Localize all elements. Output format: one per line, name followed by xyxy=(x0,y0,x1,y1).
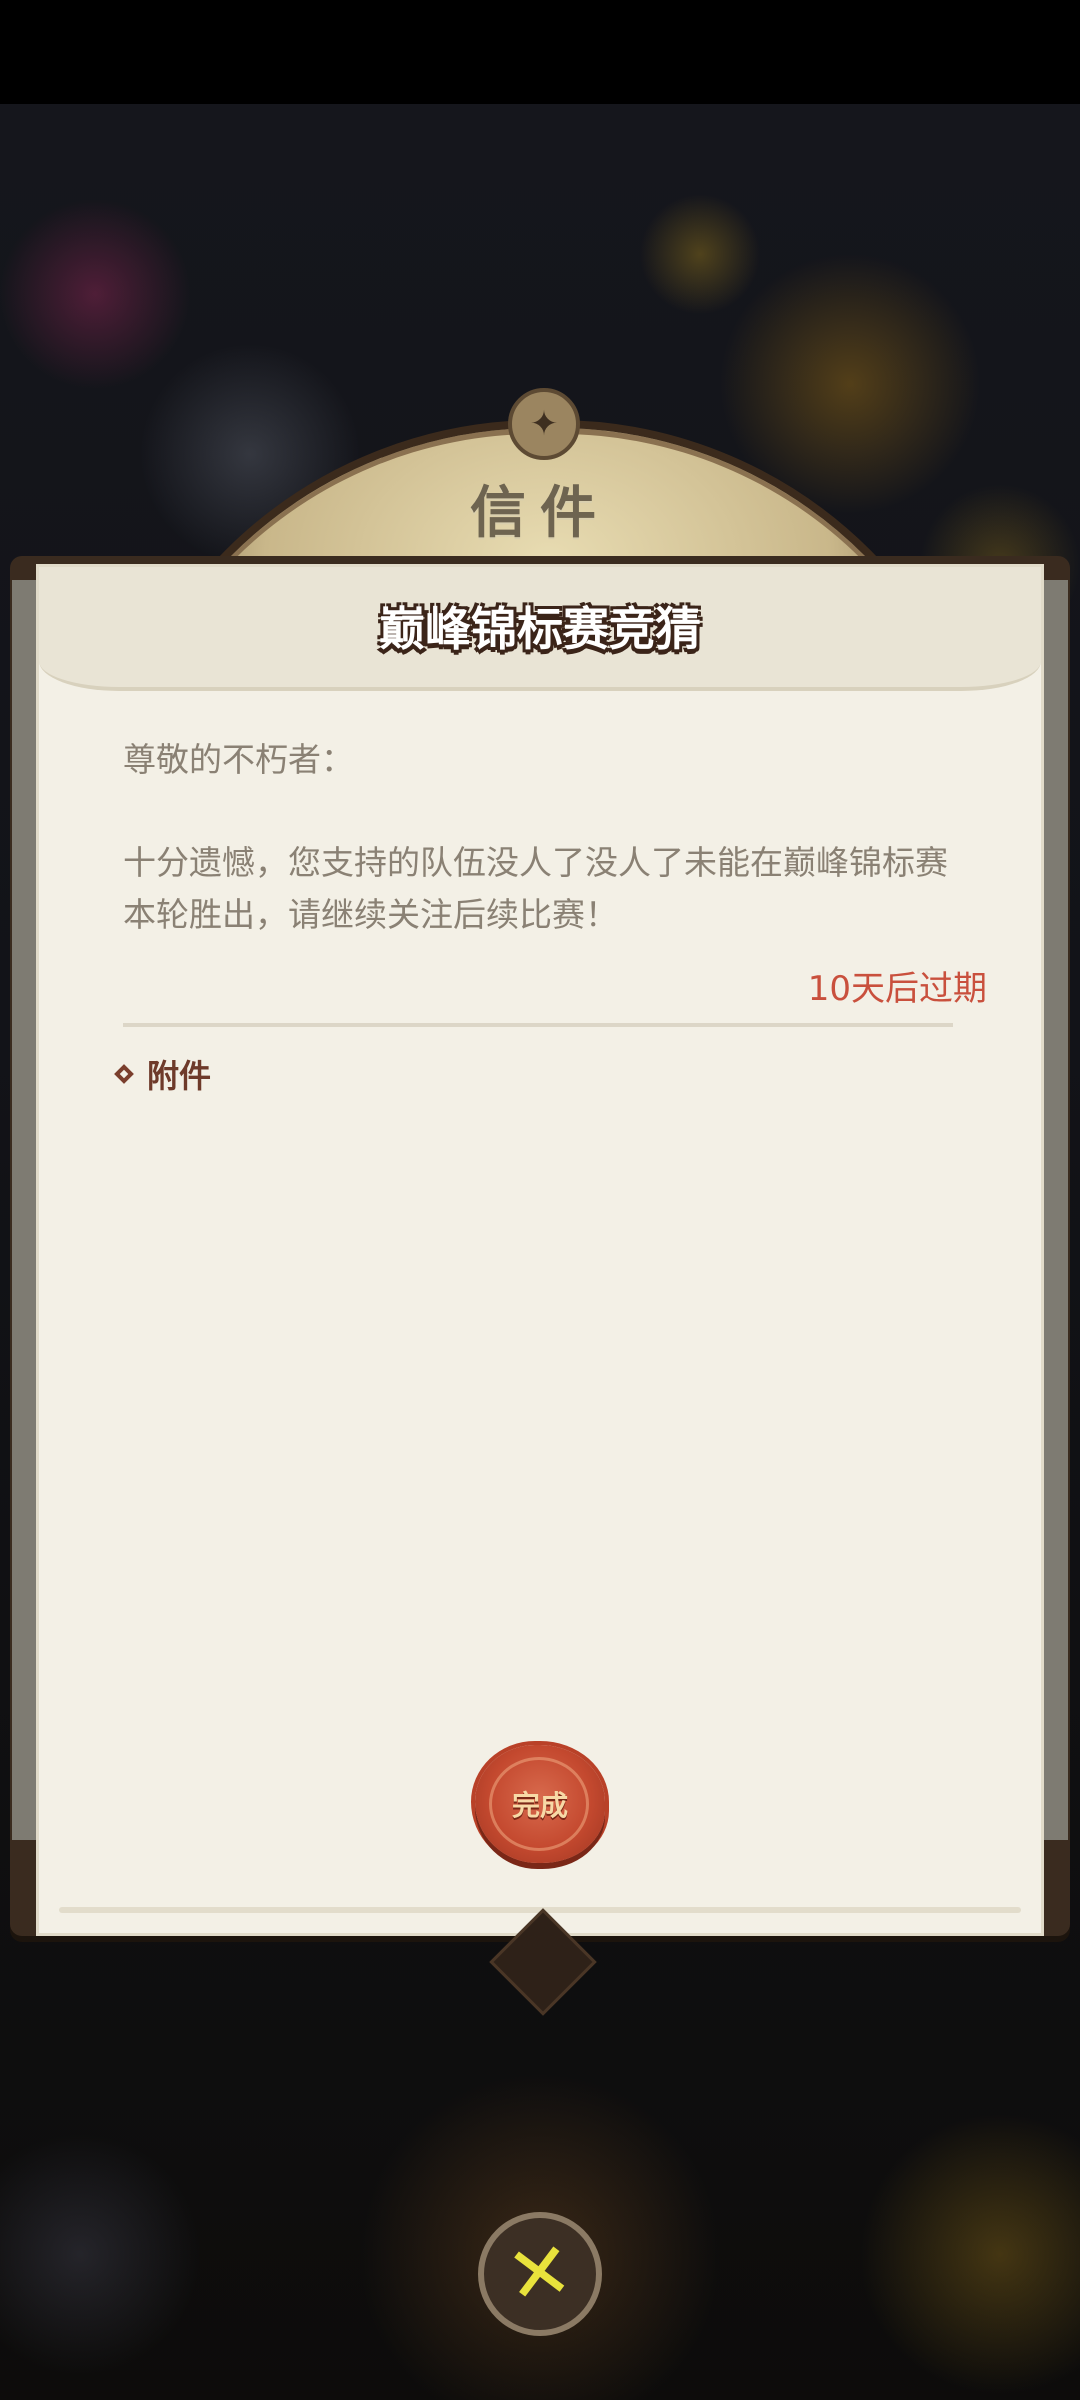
mail-title: 巅峰锦标赛竞猜 xyxy=(379,602,701,656)
mail-greeting: 尊敬的不朽者： xyxy=(123,740,354,779)
mail-section-title: 信件 xyxy=(470,481,610,546)
mail-body: 十分遗憾，您支持的队伍没人了没人了未能在巅峰锦标赛本轮胜出，请继续关注后续比赛！ xyxy=(123,843,948,934)
mail-card-header: 巅峰锦标赛竞猜 xyxy=(39,567,1041,691)
compass-star-icon: ✦ xyxy=(508,388,580,460)
mail-expiry: 10天后过期 xyxy=(807,969,987,1009)
frame-left-rail xyxy=(12,580,38,1840)
frame-right-rail xyxy=(1042,580,1068,1840)
complete-button-label: 完成 xyxy=(511,1789,568,1822)
mail-card: 巅峰锦标赛竞猜 尊敬的不朽者： 十分遗憾，您支持的队伍没人了没人了未能在巅峰锦标… xyxy=(36,564,1044,1936)
diamond-bullet-icon xyxy=(114,1064,134,1084)
close-button[interactable]: ✕ xyxy=(478,2212,602,2336)
attachment-label: 附件 xyxy=(147,1057,212,1095)
complete-button[interactable]: 完成 xyxy=(475,1745,605,1863)
divider xyxy=(123,1023,953,1027)
screen: ✦ 信件 巅峰锦标赛竞猜 尊敬的不朽者： 十分遗憾，您支持的队伍没人了没人了未能… xyxy=(0,0,1080,2400)
attachment-header: 附件 xyxy=(114,1049,212,1099)
close-icon: ✕ xyxy=(501,2224,579,2324)
status-bar xyxy=(0,0,1080,104)
